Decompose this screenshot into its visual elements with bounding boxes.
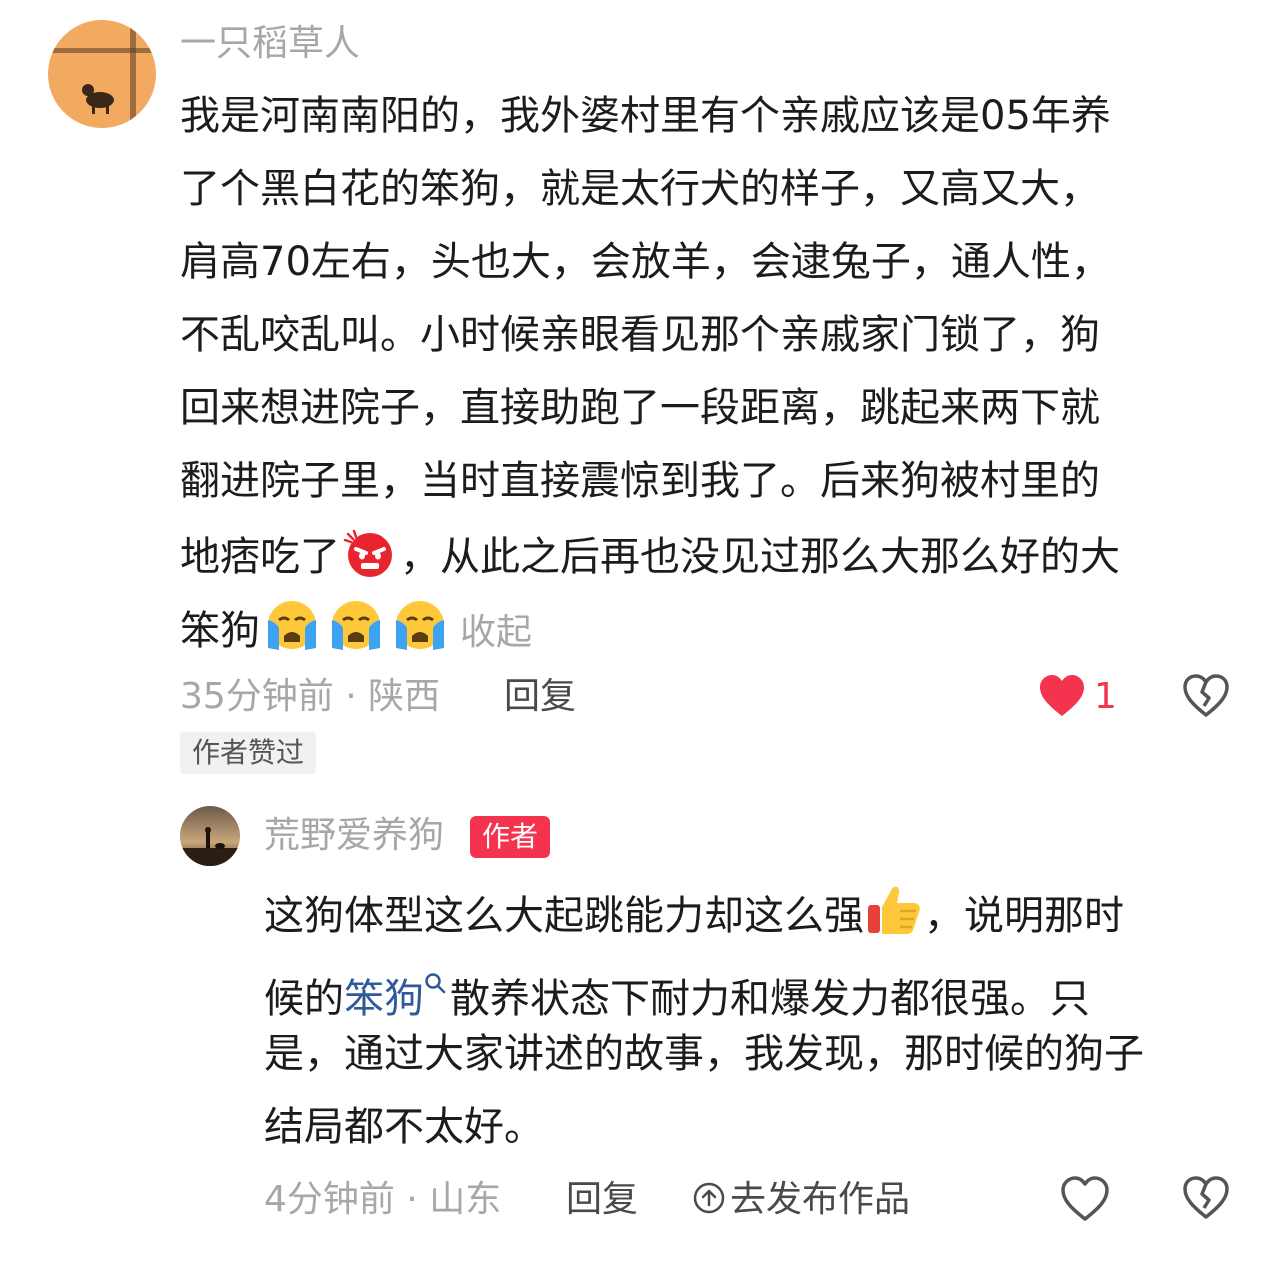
reply-button[interactable]: 回复 xyxy=(504,673,576,721)
comment-timestamp-location: 35分钟前 · 陕西 xyxy=(180,676,441,717)
reply-username[interactable]: 荒野爱养狗 xyxy=(264,812,444,860)
reply-text-segment: 散养状态下耐力和爆发力都很强。只 xyxy=(450,976,1090,1022)
search-icon xyxy=(424,955,446,1007)
reply-text-segment: 候的 xyxy=(264,976,344,1022)
comment-text-segment: 地痞吃了 xyxy=(180,534,340,580)
comment-text-line: 肩高70左右，头也大，会放羊，会逮兔子，通人性， xyxy=(180,239,1111,285)
collapse-link[interactable]: 收起 xyxy=(460,612,532,653)
angry-face-emoji xyxy=(342,528,398,591)
reply-button[interactable]: 回复 xyxy=(566,1176,638,1224)
loudly-crying-face-emoji xyxy=(326,598,386,665)
comment-text-line: 笨狗 收起 xyxy=(180,598,532,665)
like-count: 1 xyxy=(1094,676,1117,717)
avatar[interactable] xyxy=(180,806,240,866)
broken-heart-icon[interactable] xyxy=(1182,1176,1230,1224)
reply-timestamp-location: 4分钟前 · 山东 xyxy=(264,1179,502,1220)
thumbs-up-emoji xyxy=(866,883,922,950)
heart-icon[interactable] xyxy=(1038,674,1086,722)
reply-text-segment: 这狗体型这么大起跳能力却这么强 xyxy=(264,893,864,939)
comment-text-line: 了个黑白花的笨狗，就是太行犬的样子，又高又大， xyxy=(180,166,1100,212)
publish-button[interactable]: 去发布作品 xyxy=(692,1176,910,1228)
reply-text-line: 这狗体型这么大起跳能力却这么强 ，说明那时 xyxy=(264,883,1124,950)
comment-text-segment: 笨狗 xyxy=(180,608,260,654)
author-badge: 作者 xyxy=(470,816,551,858)
arrow-up-circle-icon xyxy=(692,1180,726,1228)
search-link[interactable]: 笨狗 xyxy=(344,973,450,1022)
comment-text-line: 翻进院子里，当时直接震惊到我了。后来狗被村里的 xyxy=(180,458,1100,504)
author-liked-badge: 作者赞过 xyxy=(180,732,317,774)
broken-heart-icon[interactable] xyxy=(1182,674,1230,722)
heart-icon[interactable] xyxy=(1060,1176,1110,1226)
comment-text-line: 回来想进院子，直接助跑了一段距离，跳起来两下就 xyxy=(180,385,1100,431)
publish-label: 去发布作品 xyxy=(730,1179,911,1220)
reply-text-segment: ，说明那时 xyxy=(924,893,1124,939)
comment-text-line: 不乱咬乱叫。小时候亲眼看见那个亲戚家门锁了，狗 xyxy=(180,312,1100,358)
loudly-crying-face-emoji xyxy=(390,598,450,665)
comment-text-line: 地痞吃了 ，从此之后再也没见过那么大那么好的大 xyxy=(180,528,1120,591)
comment-username[interactable]: 一只稻草人 xyxy=(180,20,360,68)
avatar[interactable] xyxy=(48,20,156,128)
loudly-crying-face-emoji xyxy=(262,598,322,665)
comment-text-segment: ，从此之后再也没见过那么大那么好的大 xyxy=(400,534,1120,580)
reply-text-line: 是，通过大家讲述的故事，我发现，那时候的狗子 xyxy=(264,1031,1144,1077)
comment-text-line: 我是河南南阳的，我外婆村里有个亲戚应该是05年养 xyxy=(180,93,1111,139)
search-link-label: 笨狗 xyxy=(344,976,424,1022)
reply-text-line: 结局都不太好。 xyxy=(264,1104,544,1150)
reply-text-line: 候的笨狗 散养状态下耐力和爆发力都很强。只 xyxy=(264,955,1090,1025)
